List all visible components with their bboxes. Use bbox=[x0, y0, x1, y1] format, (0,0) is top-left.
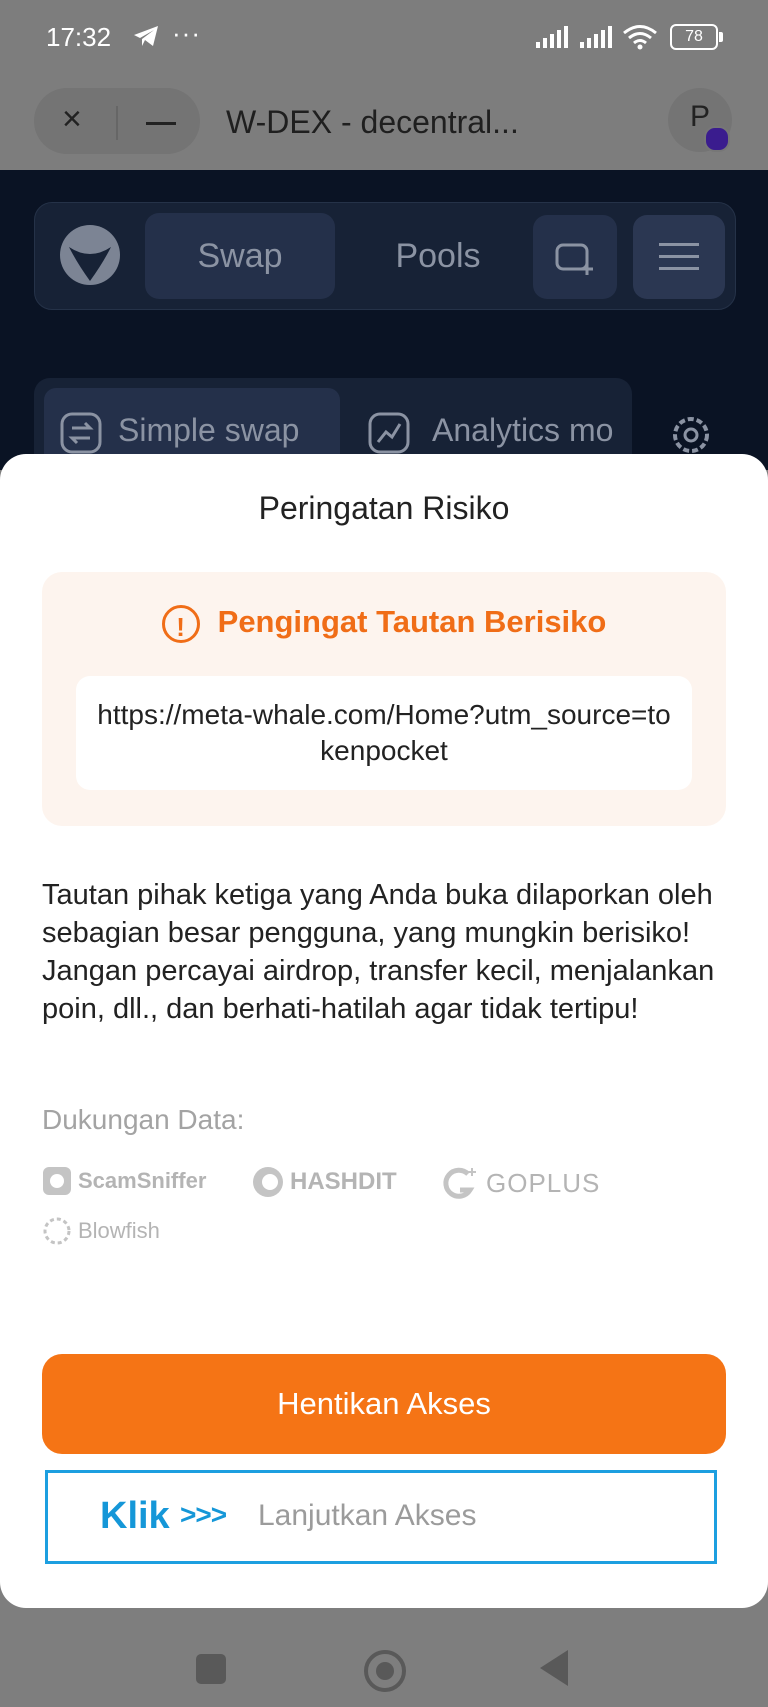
warning-description: Tautan pihak ketiga yang Anda buka dilap… bbox=[42, 879, 715, 1025]
alert-icon: ! bbox=[161, 604, 200, 643]
more-notifications-icon: ··· bbox=[172, 18, 201, 48]
dapp-page: Swap Pools Simple swap Analytics mo bbox=[0, 170, 768, 488]
nav-pools-tab[interactable]: Pools bbox=[353, 213, 523, 299]
continue-access-label: Lanjutkan Akses bbox=[258, 1499, 477, 1532]
risk-warning-sheet: Peringatan Risiko ! Pengingat Tautan Beri… bbox=[0, 454, 768, 1608]
tab-analytics-label[interactable]: Analytics mo bbox=[432, 412, 613, 449]
minimize-icon[interactable] bbox=[146, 122, 176, 125]
sheet-title: Peringatan Risiko bbox=[258, 490, 510, 526]
wifi-icon bbox=[623, 25, 657, 50]
menu-button[interactable] bbox=[633, 215, 725, 299]
stop-access-button[interactable]: Hentikan Akses bbox=[42, 1354, 726, 1454]
arrow-annotation: >>> bbox=[180, 1499, 227, 1530]
provider-name: Blowfish bbox=[78, 1218, 160, 1243]
continue-access-button[interactable]: Klik >>> Lanjutkan Akses bbox=[45, 1470, 717, 1564]
warning-header: ! Pengingat Tautan Berisiko bbox=[42, 604, 726, 643]
provider-name: ScamSniffer bbox=[78, 1168, 207, 1193]
gear-icon[interactable] bbox=[668, 412, 714, 458]
chart-icon bbox=[368, 412, 410, 454]
data-support-label: Dukungan Data: bbox=[42, 1104, 245, 1135]
status-time: 17:32 bbox=[46, 22, 112, 52]
system-nav-bar bbox=[0, 1608, 768, 1707]
goplus-icon bbox=[443, 1167, 476, 1199]
wallet-add-button[interactable] bbox=[533, 215, 617, 299]
warning-box: ! Pengingat Tautan Berisiko https://meta-… bbox=[42, 572, 726, 826]
nav-swap-tab[interactable]: Swap bbox=[145, 213, 335, 299]
provider-name: HASHDIT bbox=[290, 1168, 397, 1195]
link-badge-icon bbox=[704, 126, 730, 152]
blowfish-icon bbox=[43, 1217, 71, 1245]
hashdit-icon bbox=[253, 1167, 283, 1197]
page-title: W-DEX - decentral... bbox=[226, 104, 519, 140]
avatar[interactable]: P bbox=[668, 88, 732, 152]
back-icon[interactable] bbox=[540, 1650, 568, 1686]
wallet-add-icon bbox=[555, 243, 593, 275]
warning-title: Pengingat Tautan Berisiko bbox=[217, 604, 607, 639]
telegram-icon bbox=[134, 26, 158, 46]
klik-annotation: Klik bbox=[100, 1495, 170, 1537]
tab-simple-swap-label: Simple swap bbox=[118, 412, 300, 448]
provider-scamsniffer: ScamSniffer bbox=[42, 1166, 206, 1196]
close-icon[interactable]: × bbox=[62, 100, 82, 139]
whale-logo-icon bbox=[60, 225, 120, 285]
hamburger-icon bbox=[659, 243, 699, 270]
signal-icon bbox=[536, 26, 568, 48]
app-nav: Swap Pools bbox=[34, 202, 736, 310]
browser-bar: × W-DEX - decentral... P bbox=[0, 78, 768, 170]
recents-icon[interactable] bbox=[196, 1654, 226, 1684]
battery-icon: 78 bbox=[670, 24, 723, 50]
swap-arrows-icon bbox=[60, 412, 102, 454]
status-bar: 17:32 ··· 78 bbox=[0, 0, 768, 78]
provider-hashdit: HASHDIT bbox=[252, 1166, 397, 1198]
battery-level: 78 bbox=[685, 28, 703, 45]
signal-icon-2 bbox=[580, 26, 612, 48]
provider-name: GOPLUS bbox=[486, 1167, 601, 1198]
divider bbox=[116, 106, 118, 140]
home-icon[interactable] bbox=[364, 1650, 406, 1692]
provider-goplus: GOPLUS bbox=[442, 1166, 600, 1200]
provider-blowfish: Blowfish bbox=[42, 1216, 160, 1246]
scamsniffer-icon bbox=[43, 1167, 71, 1195]
risky-url: https://meta-whale.com/Home?utm_source=t… bbox=[76, 676, 692, 790]
